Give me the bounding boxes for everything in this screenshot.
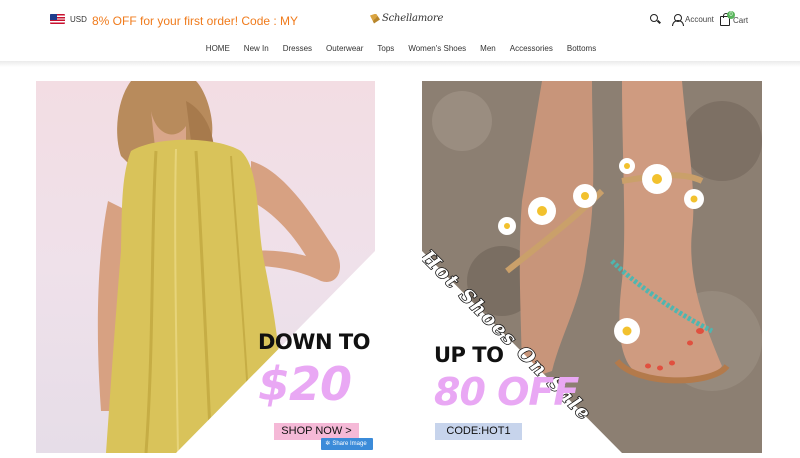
nav-item-home[interactable]: HOME (206, 40, 230, 60)
left-banner-price: $20 (258, 357, 352, 411)
us-flag-icon (50, 14, 65, 24)
nav-item-dresses[interactable]: Dresses (283, 40, 312, 60)
dress-promo-banner[interactable]: DOWN TO $20 SHOP NOW > (36, 81, 375, 453)
nav-item-new-in[interactable]: New In (244, 40, 269, 60)
site-logo[interactable]: Schellamore (370, 13, 443, 24)
nav-item-tops[interactable]: Tops (377, 40, 394, 60)
nav-item-outerwear[interactable]: Outerwear (326, 40, 363, 60)
logo-mark-icon (370, 13, 380, 24)
shoes-promo-banner[interactable]: Hot Shoes On Sale UP TO 80 OFF CODE:HOT1 (422, 81, 762, 453)
nav-item-accessories[interactable]: Accessories (510, 40, 553, 60)
share-image-button[interactable]: ✲ Share Image (321, 438, 373, 450)
right-banner-headline: UP TO (434, 343, 504, 367)
cart-count-badge: 0 (727, 11, 735, 19)
account-link[interactable]: Account (672, 14, 714, 26)
currency-label: USD (70, 14, 87, 24)
main-nav: HOME New In Dresses Outerwear Tops Women… (0, 40, 800, 60)
promo-code-badge[interactable]: CODE:HOT1 (435, 423, 522, 440)
header: USD 8% OFF for your first order! Code : … (0, 0, 800, 40)
left-banner-headline: DOWN TO (258, 330, 371, 354)
cart-label: Cart (733, 15, 749, 25)
account-label: Account (685, 15, 714, 24)
nav-item-womens-shoes[interactable]: Women's Shoes (408, 40, 466, 60)
header-divider (0, 61, 800, 67)
nav-item-bottoms[interactable]: Bottoms (567, 40, 596, 60)
logo-text: Schellamore (382, 13, 444, 24)
search-icon (650, 14, 660, 24)
share-label: Share Image (332, 441, 367, 447)
currency-selector[interactable]: USD (50, 14, 87, 24)
share-icon: ✲ (325, 441, 331, 447)
promo-text: 8% OFF for your first order! Code : MY (92, 14, 299, 28)
right-banner-discount: 80 OFF (434, 370, 579, 414)
nav-item-men[interactable]: Men (480, 40, 496, 60)
user-icon (672, 14, 684, 26)
search-button[interactable] (650, 14, 660, 24)
